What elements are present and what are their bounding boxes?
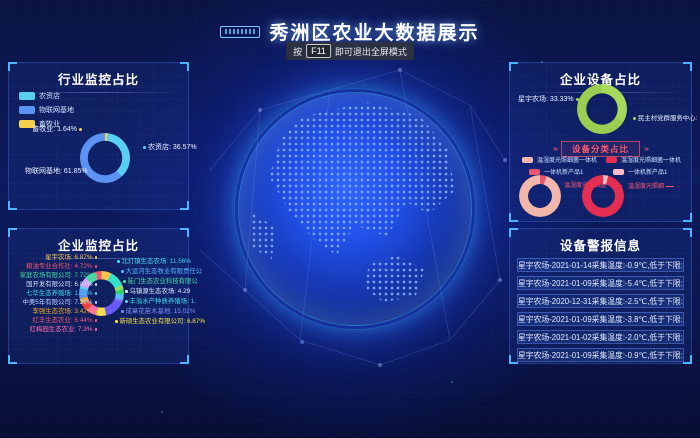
enterprise-label: 新硕生态农业有限公司: 6.87% (113, 318, 205, 326)
callout-livestock: 畜牧业: 1.64% (32, 124, 84, 134)
enterprise-label: 粮油专业合作社: 4.72% (13, 263, 99, 271)
enterprise-label: 丰溢水产种质养殖场: 1. (123, 298, 196, 306)
alarm-row: 星宇农场-2021-01-02采集温度:-2.0℃,低于下限:0℃ (517, 330, 684, 344)
enterprise-label: 红梅园生态农业: 7.3% (13, 326, 99, 334)
alarm-row: 星宇农场-2020-12-31采集温度:-2.5℃,低于下限:0℃ (517, 294, 684, 308)
dashboard: 秀洲区农业大数据展示 按 F11 即可退出全屏模式 行业监控占比 农资店 物联网… (0, 0, 700, 438)
legend-swatch (606, 157, 617, 163)
legend-swatch (522, 157, 533, 163)
panel-title: 行业监控占比 (9, 69, 188, 88)
legend-label: 温湿度光照细菌一体机 (621, 155, 681, 164)
enterprise-label: 七华生态养殖场: 1.72% (13, 290, 99, 298)
device-share-label-left: 星宇农场: 33.33% (518, 94, 581, 104)
category-legend-1: 温湿度光照细菌一体机 一体机新产品1 (522, 155, 597, 176)
arrow-left-decoration: ››› (553, 146, 557, 153)
panel-industry-monitor: 行业监控占比 农资店 物联网基地 畜牧业 畜牧业: 1.64% 农资店: 36.… (8, 62, 189, 210)
globe-continent-dots (239, 93, 471, 325)
fullscreen-exit-tooltip: 按 F11 即可退出全屏模式 (286, 42, 414, 60)
category-donut-chart-2[interactable] (582, 175, 624, 217)
panel-title: 设备警报信息 (510, 235, 691, 254)
callout-iot: 物联网基地: 61.85% (25, 166, 95, 176)
enterprise-label: 乌镇源生态农场: 4.29 (123, 288, 190, 296)
legend-swatch (613, 169, 624, 175)
category-callout-2: 温湿度光照细 (628, 181, 674, 190)
tip-prefix: 按 (293, 45, 302, 58)
alarm-row: 星宇农场-2021-01-09采集温度:-0.9℃,低于下限:0℃ (517, 348, 684, 362)
panel-devices: 企业设备占比 星宇农场: 33.33% 民主村党群服务中心: ›››设备分类占比… (509, 62, 692, 222)
legend-label: 一体机新产品1 (628, 167, 667, 176)
legend-label: 农资店 (39, 91, 60, 101)
category-legend-2: 温湿度光照细菌一体机 一体机新产品1 (606, 155, 681, 176)
tip-suffix: 即可退出全屏模式 (335, 45, 407, 58)
enterprise-label: 国开发有限公司: 6.87% (13, 281, 99, 289)
legend-label: 温湿度光照细菌一体机 (537, 155, 597, 164)
legend-item[interactable]: 一体机新产品1 (613, 167, 681, 176)
alarm-row: 星宇农场-2021-01-14采集温度:-0.9℃,低于下限:0℃ (517, 258, 684, 272)
arrow-right-decoration: ››› (644, 146, 648, 153)
f11-key: F11 (306, 44, 331, 58)
globe (238, 92, 472, 326)
alarm-row: 星宇农场-2021-01-09采集温度:-5.4℃,低于下限:0℃ (517, 276, 684, 290)
device-share-donut-chart[interactable] (577, 84, 627, 134)
enterprise-label: 星宇农场: 6.87% (13, 254, 99, 262)
panel-enterprise-monitor: 企业监控占比 星宇农场: 6.87% 粮油专业合作社: 4.72% 家庭农场有限… (8, 228, 189, 364)
legend-label: 一体机新产品1 (544, 167, 583, 176)
page-title: 秀洲区农业大数据展示 (269, 18, 479, 45)
panel-alarms: 设备警报信息 星宇农场-2021-01-14采集温度:-0.9℃,低于下限:0℃… (509, 228, 692, 364)
header: 秀洲区农业大数据展示 (0, 18, 700, 45)
enterprise-label: 大运河生态牧业有限责任公 (119, 268, 202, 276)
alarm-row: 星宇农场-2021-01-09采集温度:-3.8℃,低于下限:0℃ (517, 312, 684, 326)
enterprise-label: 李强生态农场: 3.42% (13, 308, 99, 316)
enterprise-label: 成章花苗木基地: 15.02% (119, 308, 195, 316)
enterprise-label: 北灯镇生态农场: 11.56% (115, 258, 191, 266)
enterprise-label: 红丰生态农业: 6.44% (13, 317, 99, 325)
logo-badge (220, 26, 260, 38)
device-share-label-right: 民主村党群服务中心: (631, 113, 697, 122)
legend-item[interactable]: 温湿度光照细菌一体机 (606, 155, 681, 164)
legend-item[interactable]: 温湿度光照细菌一体机 (522, 155, 597, 164)
legend-label: 物联网基地 (39, 105, 74, 115)
legend-swatch (529, 169, 540, 175)
enterprise-label: 家庭农场有限公司: 7.72% (13, 272, 99, 280)
panel-title: 企业监控占比 (9, 235, 188, 254)
legend-swatch (19, 106, 35, 114)
enterprise-label: 中奥5年有限公司: 7.29% (13, 299, 99, 307)
legend-item[interactable]: 物联网基地 (19, 105, 74, 115)
category-donut-chart-1[interactable] (519, 175, 561, 217)
legend-item[interactable]: 农资店 (19, 91, 74, 101)
legend-swatch (19, 92, 35, 100)
enterprise-label: 陡门生态农业科技有限公 (121, 278, 198, 286)
callout-store: 农资店: 36.57% (141, 142, 197, 152)
